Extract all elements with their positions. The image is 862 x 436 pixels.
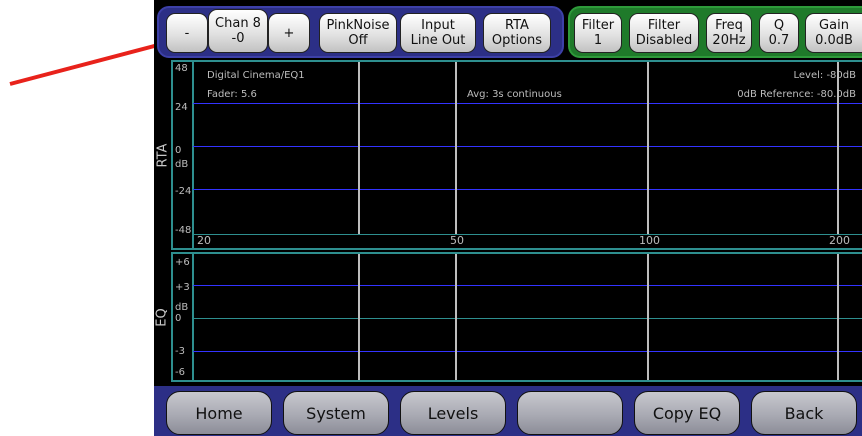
filter-number-label: Filter	[581, 18, 615, 33]
back-button-label: Back	[784, 403, 824, 423]
chan-up-button[interactable]: +	[268, 13, 310, 53]
rta-options-label: RTA	[505, 18, 529, 33]
home-button[interactable]: Home	[166, 391, 272, 435]
eq-side-label-text: EQ	[155, 307, 171, 327]
freq-button[interactable]: Freq 20Hz	[706, 13, 752, 53]
eq-unit: dB	[175, 302, 189, 313]
pinknoise-label: PinkNoise	[326, 18, 390, 33]
levels-button-label: Levels	[427, 403, 479, 423]
system-button-label: System	[306, 403, 366, 423]
eq-tick-plus3: +3	[175, 282, 190, 293]
system-button[interactable]: System	[283, 391, 389, 435]
gain-value: 0.0dB	[815, 33, 853, 48]
eq-y-axis	[192, 254, 194, 380]
eq-gridline-200	[837, 254, 839, 380]
eq-tick-0: 0	[175, 313, 182, 324]
eq-gridline-3	[193, 285, 862, 286]
channel-name: Chan 8	[215, 16, 261, 31]
rta-tick-neg48: -48	[175, 225, 192, 236]
eq-gridline-0	[193, 318, 862, 319]
channel-value: -0	[231, 31, 245, 46]
eq-gridline-neg3	[193, 351, 862, 352]
rta-tick-48: 48	[175, 63, 188, 74]
eq-tick-plus6: +6	[175, 257, 190, 268]
eq-plot[interactable]: +6 +3 dB 0 -3 -6	[171, 252, 862, 382]
rta-gridline-0	[193, 146, 862, 147]
chan-down-label: -	[184, 25, 190, 41]
blank-button[interactable]	[517, 391, 623, 435]
rta-gridline-20	[358, 62, 360, 234]
eq-gridline-20	[358, 254, 360, 380]
rta-options-button[interactable]: RTA Options	[483, 13, 551, 53]
rta-unit: dB	[175, 159, 189, 170]
freq-label: Freq	[715, 18, 743, 33]
filter-state-value: Disabled	[635, 33, 693, 48]
pinknoise-button[interactable]: PinkNoise Off	[319, 13, 397, 53]
rta-xtick-200: 200	[829, 234, 850, 247]
rta-reference: 0dB Reference: -80.0dB	[737, 89, 856, 100]
rta-side-label: RTA	[154, 60, 171, 250]
rta-plot[interactable]: 48 24 0 dB -24 -48 Digital Cinema/EQ1 Fa…	[171, 60, 862, 250]
gain-button[interactable]: Gain 0.0dB	[805, 13, 862, 53]
eq-gridline-50	[455, 254, 457, 380]
home-button-label: Home	[195, 403, 243, 423]
rta-side-label-text: RTA	[155, 143, 171, 167]
copy-eq-button[interactable]: Copy EQ	[634, 391, 740, 435]
rta-tick-0: 0	[175, 145, 182, 156]
eq-gridline-100	[647, 254, 649, 380]
rta-x-axis	[193, 234, 862, 235]
rta-gridline-50	[455, 62, 457, 234]
chan-down-button[interactable]: -	[166, 13, 208, 53]
rta-preset-name: Digital Cinema/EQ1	[207, 70, 305, 81]
rta-averaging: Avg: 3s continuous	[467, 89, 562, 100]
pinknoise-value: Off	[348, 33, 368, 48]
rta-gridline-200	[837, 62, 839, 234]
back-button[interactable]: Back	[751, 391, 857, 435]
rta-gridline-100	[647, 62, 649, 234]
eq-tick-neg6: -6	[175, 367, 185, 378]
filter-state-button[interactable]: Filter Disabled	[629, 13, 699, 53]
rta-gridline-24	[193, 103, 862, 104]
q-button[interactable]: Q 0.7	[759, 13, 799, 53]
rta-tick-24: 24	[175, 102, 188, 113]
rta-fader-value: Fader: 5.6	[207, 89, 257, 100]
rta-y-axis	[192, 62, 194, 248]
eq-tick-neg3: -3	[175, 346, 185, 357]
freq-value: 20Hz	[712, 33, 746, 48]
rta-options-value: Options	[491, 33, 543, 48]
chan-up-label: +	[283, 25, 295, 41]
levels-button[interactable]: Levels	[400, 391, 506, 435]
filter-state-label: Filter	[647, 18, 681, 33]
gain-label: Gain	[819, 18, 849, 33]
input-value: Line Out	[410, 33, 466, 48]
rta-xtick-50: 50	[450, 234, 464, 247]
q-value: 0.7	[768, 33, 790, 48]
copy-eq-button-label: Copy EQ	[652, 403, 722, 423]
rta-xtick-20: 20	[197, 234, 211, 247]
input-label: Input	[421, 18, 455, 33]
channel-button[interactable]: Chan 8 -0	[208, 9, 268, 53]
filter-number-value: 1	[593, 33, 603, 48]
input-button[interactable]: Input Line Out	[400, 13, 476, 53]
rta-xtick-100: 100	[639, 234, 660, 247]
q-label: Q	[773, 18, 785, 33]
screenshot-stage: - Chan 8 -0 + PinkNoise Off Input Line O…	[0, 0, 862, 436]
filter-number-button[interactable]: Filter 1	[574, 13, 622, 53]
rta-gridline-neg24	[193, 189, 862, 190]
eq-side-label: EQ	[154, 252, 171, 382]
rta-level: Level: -80dB	[793, 70, 857, 81]
rta-tick-neg24: -24	[175, 186, 192, 197]
eq-screen: - Chan 8 -0 + PinkNoise Off Input Line O…	[154, 0, 862, 436]
